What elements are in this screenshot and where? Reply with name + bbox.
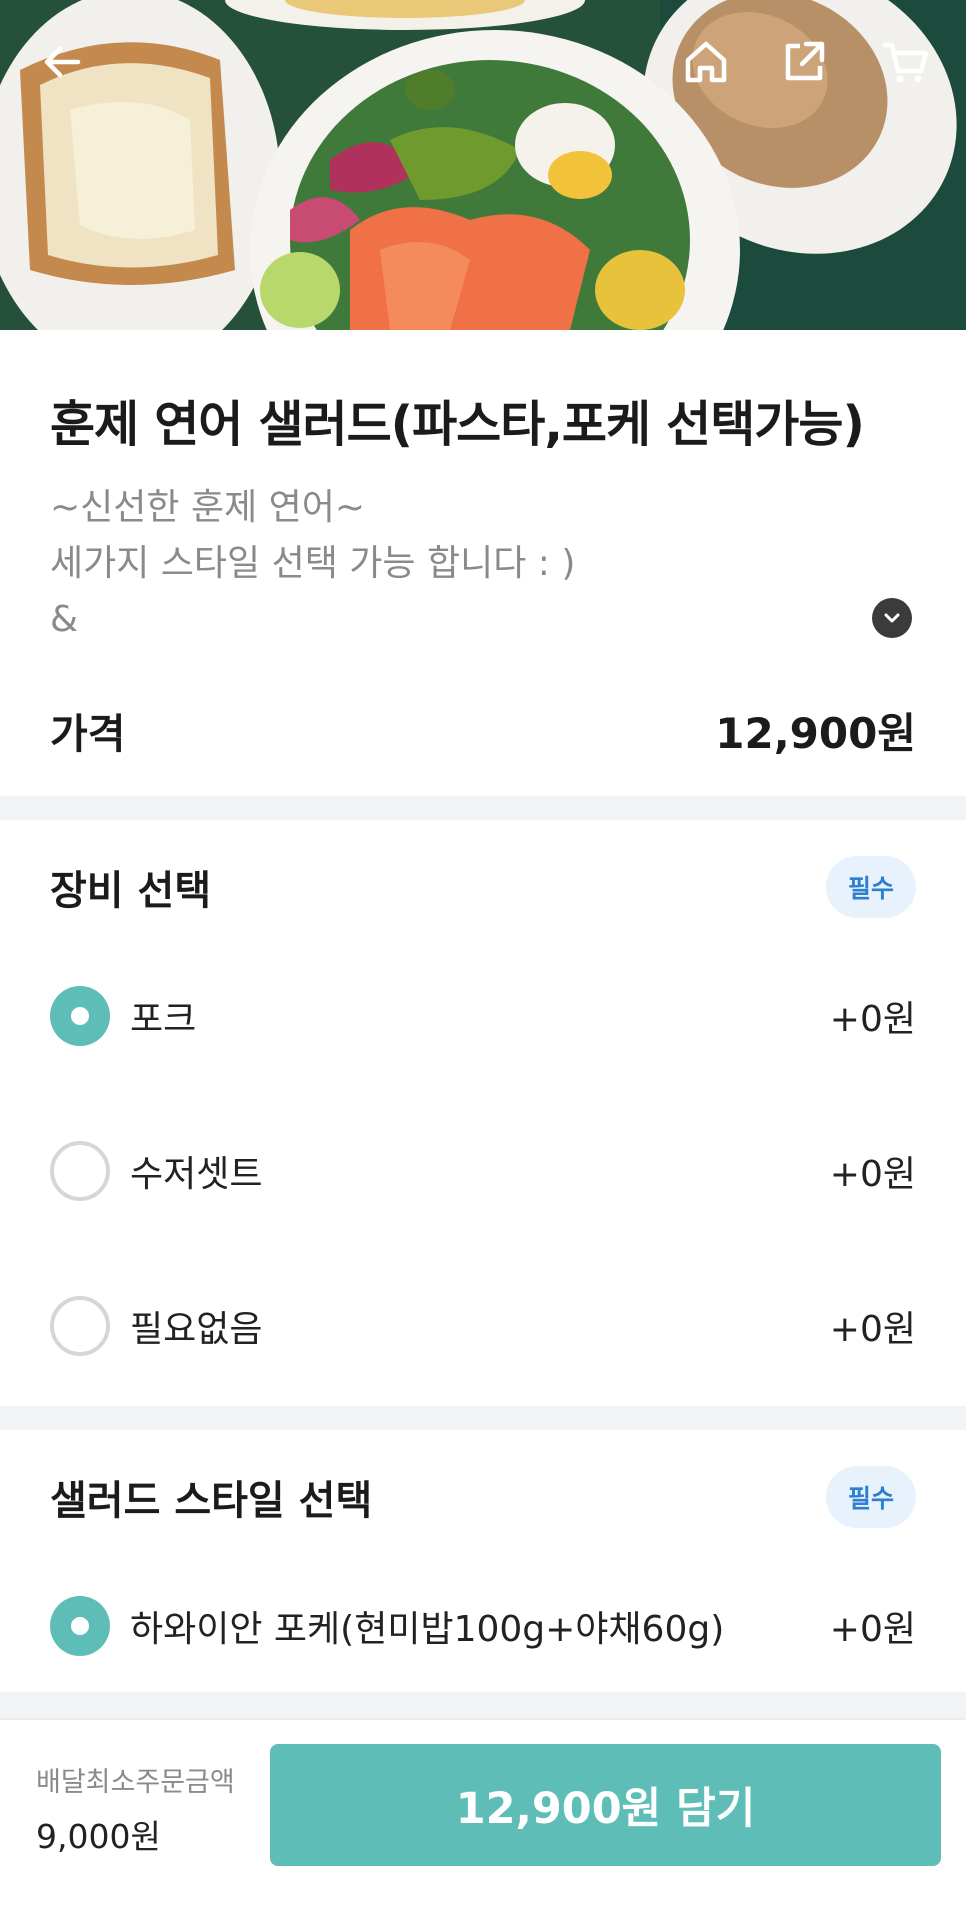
home-icon <box>685 41 727 83</box>
description-line: & <box>50 599 79 640</box>
option-cutlery-set[interactable]: 수저셋트 +0원 <box>50 1141 916 1201</box>
option-price: +0원 <box>829 1609 916 1650</box>
price-label: 가격 <box>50 710 126 758</box>
price-value: 12,900원 <box>715 708 916 758</box>
option-price: +0원 <box>829 999 916 1040</box>
bottom-order-bar: 배달최소주문금액 9,000원 12,900원 담기 <box>0 1718 966 1932</box>
share-icon <box>785 41 825 81</box>
expand-description-button[interactable] <box>872 598 912 638</box>
option-hawaiian-poke[interactable]: 하와이안 포케(현미밥100g+야채60g) +0원 <box>50 1596 916 1656</box>
product-title: 훈제 연어 샐러드(파스타,포케 선택가능) <box>50 396 865 453</box>
option-label: 수저셋트 <box>130 1154 263 1195</box>
option-label: 하와이안 포케(현미밥100g+야채60g) <box>130 1609 725 1650</box>
radio-unselected[interactable] <box>50 1296 110 1356</box>
arrow-left-icon <box>44 46 81 78</box>
required-badge: 필수 <box>825 856 916 918</box>
radio-selected[interactable] <box>50 1596 110 1656</box>
cart-icon <box>882 42 929 83</box>
description-line: 세가지 스타일 선택 가능 합니다 : ) <box>50 543 576 584</box>
home-button[interactable] <box>674 30 738 94</box>
option-price: +0원 <box>829 1154 916 1195</box>
option-fork[interactable]: 포크 +0원 <box>50 986 916 1046</box>
option-label: 포크 <box>130 999 197 1040</box>
option-group-header: 장비 선택 필수 <box>50 856 916 918</box>
description-line: ~신선한 훈제 연어~ <box>50 487 366 528</box>
back-button[interactable] <box>30 30 94 94</box>
min-order-label: 배달최소주문금액 <box>36 1767 235 1798</box>
product-hero-image <box>0 0 966 330</box>
min-order-value: 9,000원 <box>36 1817 161 1856</box>
option-group-title: 샐러드 스타일 선택 <box>50 1478 373 1524</box>
share-button[interactable] <box>772 30 836 94</box>
product-description: ~신선한 훈제 연어~ 세가지 스타일 선택 가능 합니다 : ) & <box>50 480 870 648</box>
price-row: 가격 12,900원 <box>50 700 916 760</box>
add-to-cart-button[interactable]: 12,900원 담기 <box>270 1744 941 1866</box>
cart-button[interactable] <box>874 30 938 94</box>
required-badge: 필수 <box>825 1466 916 1528</box>
radio-selected[interactable] <box>50 986 110 1046</box>
section-divider <box>0 1692 966 1718</box>
section-divider <box>0 796 966 820</box>
option-not-needed[interactable]: 필요없음 +0원 <box>50 1296 916 1356</box>
option-price: +0원 <box>829 1309 916 1350</box>
option-group-header: 샐러드 스타일 선택 필수 <box>50 1466 916 1528</box>
radio-unselected[interactable] <box>50 1141 110 1201</box>
section-divider <box>0 1406 966 1430</box>
option-group-title: 장비 선택 <box>50 868 212 914</box>
chevron-down-icon <box>884 613 900 623</box>
option-label: 필요없음 <box>130 1309 263 1350</box>
